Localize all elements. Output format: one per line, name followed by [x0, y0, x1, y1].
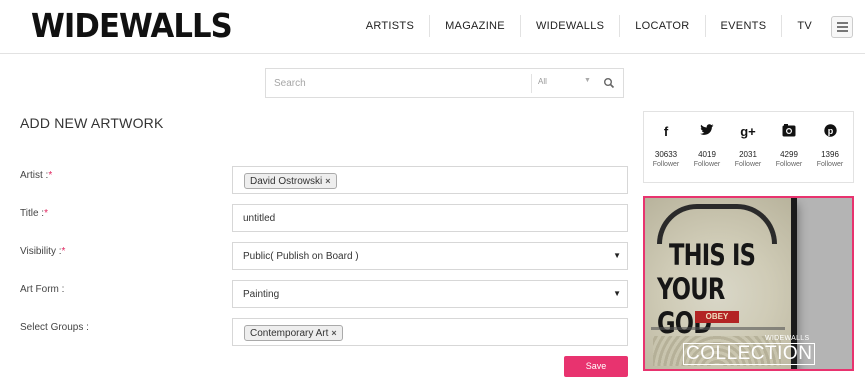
artist-tag: David Ostrowski ×: [244, 173, 337, 189]
social-facebook[interactable]: f 30633 Follower: [646, 124, 686, 168]
artwork-decoration: [651, 327, 785, 330]
search-category-select[interactable]: All: [538, 77, 547, 86]
instagram-icon: [769, 124, 809, 140]
nav-item-widewalls[interactable]: WIDEWALLS: [521, 15, 621, 37]
title-value: untitled: [243, 213, 276, 224]
nav-item-events[interactable]: EVENTS: [706, 15, 783, 37]
follower-count: 4299: [780, 150, 798, 159]
chevron-down-icon[interactable]: ▼: [613, 251, 621, 260]
main-nav: ARTISTS MAGAZINE WIDEWALLS LOCATOR EVENT…: [351, 15, 827, 37]
visibility-value: Public( Publish on Board ): [243, 251, 359, 262]
remove-tag-icon[interactable]: ×: [325, 176, 330, 186]
follower-count: 1396: [821, 150, 839, 159]
social-followers-box: f 30633 Follower 4019 Follower g+ 2031 F…: [643, 111, 854, 183]
search-divider: [531, 74, 532, 93]
social-instagram[interactable]: 4299 Follower: [769, 124, 809, 168]
page-title: ADD NEW ARTWORK: [20, 115, 164, 131]
search-input[interactable]: [274, 75, 524, 92]
title-label: Title :*: [20, 208, 48, 219]
visibility-label: Visibility :*: [20, 246, 66, 257]
pinterest-icon: p: [810, 124, 850, 140]
collection-banner-ad[interactable]: THIS IS YOUR GOD OBEY WIDEWALLS COLLECTI…: [643, 196, 854, 371]
title-field[interactable]: untitled: [232, 204, 628, 232]
nav-item-tv[interactable]: TV: [782, 15, 827, 37]
twitter-icon: [687, 124, 727, 140]
banner-brand-small: WIDEWALLS: [765, 335, 810, 342]
groups-label: Select Groups :: [20, 322, 89, 333]
nav-item-magazine[interactable]: MAGAZINE: [430, 15, 521, 37]
banner-brand-big: COLLECTION: [683, 343, 816, 365]
svg-text:p: p: [827, 126, 833, 136]
group-tag: Contemporary Art ×: [244, 325, 343, 341]
follower-count: 4019: [698, 150, 716, 159]
chevron-down-icon[interactable]: ▼: [613, 289, 621, 298]
art-form-label: Art Form :: [20, 284, 65, 295]
facebook-icon: f: [663, 124, 669, 139]
nav-item-locator[interactable]: LOCATOR: [620, 15, 706, 37]
follower-label: Follower: [816, 161, 844, 168]
social-twitter[interactable]: 4019 Follower: [687, 124, 727, 168]
google-plus-icon: g+: [740, 124, 756, 139]
hamburger-menu-icon[interactable]: [831, 16, 853, 38]
art-form-select[interactable]: Painting ▼: [232, 280, 628, 308]
site-header: WIDEWALLS ARTISTS MAGAZINE WIDEWALLS LOC…: [0, 0, 865, 54]
artist-label: Artist :*: [20, 170, 53, 181]
nav-item-artists[interactable]: ARTISTS: [351, 15, 431, 37]
art-form-value: Painting: [243, 289, 280, 300]
search-icon[interactable]: [603, 77, 615, 89]
site-logo[interactable]: WIDEWALLS: [31, 6, 233, 45]
follower-label: Follower: [775, 161, 803, 168]
follower-count: 30633: [654, 150, 678, 159]
visibility-select[interactable]: Public( Publish on Board ) ▼: [232, 242, 628, 270]
groups-field[interactable]: Contemporary Art ×: [232, 318, 628, 346]
artwork-badge: OBEY: [695, 311, 739, 323]
artwork-text-line1: THIS IS: [669, 238, 756, 272]
social-pinterest[interactable]: p 1396 Follower: [810, 124, 850, 168]
follower-label: Follower: [652, 161, 680, 168]
follower-label: Follower: [734, 161, 762, 168]
remove-tag-icon[interactable]: ×: [331, 328, 336, 338]
search-bar: All ▼: [265, 68, 624, 98]
chevron-down-icon[interactable]: ▼: [584, 77, 591, 84]
artist-field[interactable]: David Ostrowski ×: [232, 166, 628, 194]
save-button[interactable]: Save: [564, 356, 628, 377]
follower-label: Follower: [693, 161, 721, 168]
follower-count: 2031: [739, 150, 757, 159]
social-google-plus[interactable]: g+ 2031 Follower: [728, 124, 768, 168]
